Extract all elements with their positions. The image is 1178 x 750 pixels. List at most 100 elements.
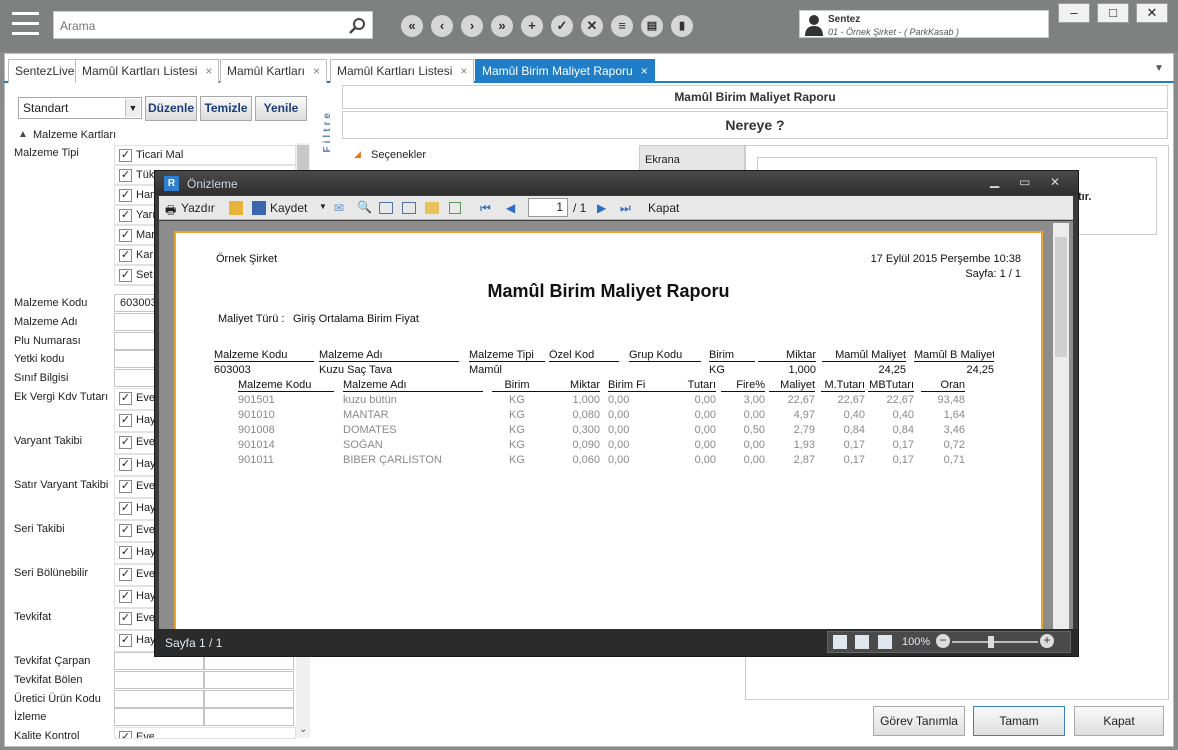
checkbox[interactable]: ✓ bbox=[119, 590, 132, 603]
save-check-icon[interactable]: ✓ bbox=[551, 15, 573, 37]
preview-scrollbar[interactable] bbox=[1053, 223, 1069, 629]
preset-select[interactable]: Standart ▼ bbox=[18, 97, 142, 119]
tab-birim-maliyet-raporu[interactable]: Mamûl Birim Maliyet Raporu × bbox=[475, 59, 655, 83]
minimize-button[interactable]: – bbox=[1058, 3, 1090, 23]
printer-icon[interactable]: 🖶 bbox=[165, 201, 176, 222]
prev-page-icon[interactable]: ◀ bbox=[506, 201, 515, 215]
mail-icon[interactable]: ✉ bbox=[334, 201, 344, 215]
tab-mamul-listesi-1[interactable]: Mamûl Kartları Listesi × bbox=[75, 59, 220, 83]
folder-icon[interactable] bbox=[229, 201, 243, 215]
close-icon[interactable]: × bbox=[641, 64, 648, 78]
scroll-thumb[interactable] bbox=[1055, 237, 1067, 357]
chevron-down-icon[interactable]: ▼ bbox=[1154, 63, 1164, 74]
checkbox[interactable]: ✓ bbox=[119, 634, 132, 647]
close-button[interactable]: ✕ bbox=[1136, 3, 1168, 23]
maximize-icon[interactable]: ▭ bbox=[1019, 175, 1030, 189]
close-icon[interactable]: × bbox=[205, 64, 212, 78]
last-record-icon[interactable]: » bbox=[491, 15, 513, 37]
close-icon[interactable]: × bbox=[313, 64, 320, 78]
cancel-icon[interactable]: ✕ bbox=[581, 15, 603, 37]
layout-icon[interactable] bbox=[379, 202, 393, 214]
single-page-icon[interactable] bbox=[833, 635, 847, 649]
add-icon[interactable]: + bbox=[521, 15, 543, 37]
zoom-in-icon[interactable]: + bbox=[1040, 634, 1054, 648]
producer-code-field-2[interactable] bbox=[204, 690, 294, 708]
save-button[interactable]: Kaydet bbox=[270, 201, 307, 215]
next-page-icon[interactable]: ▶ bbox=[597, 201, 606, 215]
checkbox[interactable]: ✓ bbox=[119, 209, 132, 222]
export-icon[interactable] bbox=[449, 202, 461, 214]
zoom-out-icon[interactable]: − bbox=[936, 634, 950, 648]
keyboard-icon[interactable]: ▤ bbox=[641, 15, 663, 37]
checkbox[interactable]: ✓ bbox=[119, 502, 132, 515]
checkbox[interactable]: ✓ bbox=[119, 249, 132, 262]
checkbox[interactable]: ✓ bbox=[119, 414, 132, 427]
clear-button[interactable]: Temizle bbox=[200, 96, 252, 121]
page-input[interactable]: 1 bbox=[528, 198, 568, 217]
close-icon[interactable]: ✕ bbox=[1050, 175, 1060, 189]
tracking-field[interactable] bbox=[114, 708, 204, 726]
checkbox[interactable]: ✓ bbox=[119, 458, 132, 471]
table-cell: 22,67 bbox=[787, 394, 815, 406]
producer-code-field[interactable] bbox=[114, 690, 204, 708]
next-record-icon[interactable]: › bbox=[461, 15, 483, 37]
ok-button[interactable]: Tamam bbox=[973, 706, 1065, 736]
trash-icon[interactable]: ▮ bbox=[671, 15, 693, 37]
tab-mamul-kartlari[interactable]: Mamûl Kartları × bbox=[220, 59, 328, 83]
close-preview-button[interactable]: Kapat bbox=[648, 201, 679, 215]
close-dialog-button[interactable]: Kapat bbox=[1074, 706, 1164, 736]
checkbox[interactable]: ✓ bbox=[119, 546, 132, 559]
list-icon[interactable]: ≡ bbox=[611, 15, 633, 37]
first-page-icon[interactable]: ⏮ bbox=[480, 201, 491, 216]
expand-icon[interactable]: ◢ bbox=[354, 149, 361, 160]
search-icon[interactable] bbox=[348, 16, 368, 36]
user-box[interactable]: Sentez 01 - Örnek Şirket - ( ParkKasab ) bbox=[799, 10, 1049, 38]
task-button[interactable]: Görev Tanımla bbox=[873, 706, 965, 736]
close-icon[interactable]: × bbox=[460, 64, 467, 78]
find-icon[interactable]: 🔍 bbox=[357, 200, 372, 214]
menu-icon[interactable] bbox=[12, 12, 40, 36]
first-record-icon[interactable]: « bbox=[401, 15, 423, 37]
checkbox[interactable]: ✓ bbox=[119, 169, 132, 182]
checkbox[interactable]: ✓ bbox=[119, 612, 132, 625]
refresh-button[interactable]: Yenile bbox=[255, 96, 307, 121]
checkbox[interactable]: ✓ bbox=[119, 392, 132, 405]
minimize-icon[interactable]: ▁ bbox=[990, 174, 999, 188]
checkbox[interactable]: ✓ bbox=[119, 731, 132, 738]
zoom-slider-thumb[interactable] bbox=[988, 636, 994, 648]
checkbox[interactable]: ✓ bbox=[119, 568, 132, 581]
tracking-field-2[interactable] bbox=[204, 708, 294, 726]
chevron-down-icon[interactable]: ▼ bbox=[319, 202, 327, 211]
tevkifat-bolen-field-2[interactable] bbox=[204, 671, 294, 689]
search-box[interactable] bbox=[53, 11, 373, 39]
maximize-button[interactable]: □ bbox=[1097, 3, 1129, 23]
scroll-down-icon[interactable]: ⌄ bbox=[299, 724, 307, 735]
checkbox[interactable]: ✓ bbox=[119, 229, 132, 242]
tevkifat-bolen-field[interactable] bbox=[114, 671, 204, 689]
prev-record-icon[interactable]: ‹ bbox=[431, 15, 453, 37]
chevron-down-icon[interactable]: ▼ bbox=[125, 99, 140, 117]
report-date: 17 Eylül 2015 Perşembe 10:38 bbox=[870, 253, 1021, 265]
checkbox[interactable]: ✓ bbox=[119, 189, 132, 202]
search-input[interactable] bbox=[60, 17, 340, 35]
checkbox[interactable]: ✓ bbox=[119, 480, 132, 493]
edit-button[interactable]: Düzenle bbox=[145, 96, 197, 121]
floppy-icon[interactable] bbox=[252, 201, 266, 215]
print-button[interactable]: Yazdır bbox=[181, 201, 215, 215]
tab-mamul-listesi-2[interactable]: Mamûl Kartları Listesi × bbox=[330, 59, 475, 83]
page-width-icon[interactable] bbox=[855, 635, 869, 649]
zoom-page-icon[interactable] bbox=[402, 202, 416, 214]
checkbox[interactable]: ✓ bbox=[119, 269, 132, 282]
multi-page-icon[interactable] bbox=[878, 635, 892, 649]
edit-icon[interactable] bbox=[425, 202, 439, 214]
checkbox[interactable]: ✓ bbox=[119, 436, 132, 449]
checkbox[interactable]: ✓ bbox=[119, 149, 132, 162]
collapse-icon[interactable]: ▲ bbox=[18, 129, 28, 140]
zoom-slider[interactable] bbox=[952, 641, 1038, 643]
preview-titlebar[interactable]: R Önizleme ▁ ▭ ✕ bbox=[155, 171, 1078, 195]
tab-sentezlive[interactable]: SentezLive bbox=[8, 59, 82, 83]
last-page-icon[interactable]: ⏭ bbox=[620, 201, 631, 216]
table-cell: 901008 bbox=[238, 424, 275, 436]
sub-header: Malzeme Adı bbox=[343, 379, 483, 392]
checkbox[interactable]: ✓ bbox=[119, 524, 132, 537]
